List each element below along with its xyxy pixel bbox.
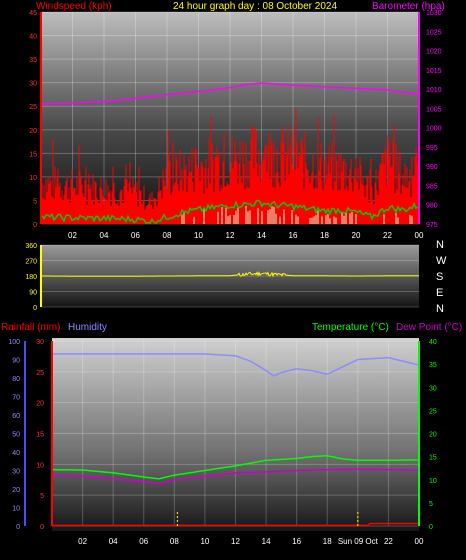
barometer-y-tick-label: 1025 xyxy=(426,29,442,36)
temp-x-tick-label: 08 xyxy=(170,537,179,546)
humidity-y-tick-label: 30 xyxy=(12,469,20,476)
wind-y-tick-label: 25 xyxy=(29,104,37,111)
rainfall-axis-title: Rainfall (mm) xyxy=(1,322,60,333)
chart-title: 24 hour graph day : 08 October 2024 xyxy=(173,1,337,12)
wind-x-tick-label: 14 xyxy=(257,231,266,240)
humidity-y-tick-label: 100 xyxy=(8,339,20,346)
wind-x-tick-label: 06 xyxy=(131,231,140,240)
temp-y-tick-label: 5 xyxy=(429,501,433,508)
temp-x-tick-label: 00 xyxy=(415,537,424,546)
rain-y-tick-label: 10 xyxy=(36,462,44,469)
wind-x-tick-label: 12 xyxy=(226,231,235,240)
barometer-y-tick-label: 1010 xyxy=(426,87,442,94)
wind-y-tick-label: 0 xyxy=(33,222,37,229)
wind-y-tick-label: 10 xyxy=(29,175,37,182)
wind-y-tick-label: 35 xyxy=(29,57,37,64)
barometer-y-tick-label: 990 xyxy=(426,164,438,171)
barometer-y-tick-label: 975 xyxy=(426,222,438,229)
temp-x-tick-label: 10 xyxy=(200,537,209,546)
direction-y-tick-label: 270 xyxy=(25,259,37,266)
wind-x-tick-label: 18 xyxy=(320,231,329,240)
temp-y-tick-label: 15 xyxy=(429,455,437,462)
rain-y-tick-label: 20 xyxy=(36,401,44,408)
wind-x-tick-label: 20 xyxy=(352,231,361,240)
direction-y-tick-label: 180 xyxy=(25,274,37,281)
barometer-y-tick-label: 1000 xyxy=(426,126,442,133)
rain-y-tick-label: 15 xyxy=(36,432,44,439)
rain-y-tick-label: 5 xyxy=(40,493,44,500)
compass-label: E xyxy=(436,287,443,299)
temp-x-tick-label: 02 xyxy=(78,537,87,546)
wind-y-tick-label: 40 xyxy=(29,34,37,41)
dewpoint-axis-title: Dew Point (°C) xyxy=(396,322,462,333)
wind-x-tick-label: 10 xyxy=(194,231,203,240)
humidity-y-tick-label: 10 xyxy=(12,506,20,513)
temp-y-tick-label: 35 xyxy=(429,362,437,369)
barometer-y-tick-label: 1015 xyxy=(426,68,442,75)
humidity-y-tick-label: 90 xyxy=(12,358,20,365)
rain-y-tick-label: 25 xyxy=(36,370,44,377)
barometer-y-tick-label: 1005 xyxy=(426,106,442,113)
barometer-axis-title: Barometer (hpa) xyxy=(372,1,445,12)
temp-x-tick-label: 16 xyxy=(292,537,301,546)
wind-x-tick-label: 00 xyxy=(415,231,424,240)
temp-y-tick-label: 30 xyxy=(429,385,437,392)
temp-x-tick-label: 04 xyxy=(109,537,118,546)
compass-label: S xyxy=(436,271,443,283)
humidity-y-tick-label: 50 xyxy=(12,432,20,439)
temp-x-tick-label: 14 xyxy=(262,537,271,546)
wind-x-tick-label: 16 xyxy=(289,231,298,240)
humidity-y-tick-label: 40 xyxy=(12,450,20,457)
windspeed-axis-title: Windspeed (kph) xyxy=(36,1,112,12)
wind-y-tick-label: 5 xyxy=(33,198,37,205)
temp-x-tick-label: 22 xyxy=(384,537,393,546)
compass-label: W xyxy=(436,255,447,267)
wind-y-tick-label: 30 xyxy=(29,81,37,88)
rain-y-tick-label: 30 xyxy=(36,339,44,346)
wind-x-tick-label: 02 xyxy=(68,231,77,240)
barometer-y-tick-label: 1020 xyxy=(426,49,442,56)
humidity-y-tick-label: 0 xyxy=(16,524,20,531)
temp-y-tick-label: 40 xyxy=(429,339,437,346)
humidity-axis-title: Humidity xyxy=(68,322,107,333)
compass-label: N xyxy=(436,239,444,251)
temp-y-tick-label: 20 xyxy=(429,432,437,439)
humidity-y-tick-label: 20 xyxy=(12,487,20,494)
weather-graphs: 0 5 10 15 20 25 30 35 40 45 975 980 985 990 995 1000 100… xyxy=(0,0,466,555)
temp-x-tick-label: Sun 09 Oct xyxy=(338,537,379,546)
temp-y-tick-label: 0 xyxy=(429,524,433,531)
temperature-axis-title: Temperature (°C) xyxy=(312,322,389,333)
barometer-y-tick-label: 985 xyxy=(426,183,438,190)
direction-y-tick-label: 90 xyxy=(29,290,37,297)
wind-x-tick-label: 04 xyxy=(100,231,109,240)
temp-x-tick-label: 12 xyxy=(231,537,240,546)
direction-y-tick-label: 0 xyxy=(33,305,37,312)
wind-y-tick-label: 20 xyxy=(29,128,37,135)
compass-label: N xyxy=(436,303,444,315)
rain-y-tick-label: 0 xyxy=(40,524,44,531)
wind-y-tick-label: 15 xyxy=(29,151,37,158)
temp-x-tick-label: 06 xyxy=(139,537,148,546)
temp-y-tick-label: 10 xyxy=(429,478,437,485)
barometer-y-tick-label: 995 xyxy=(426,145,438,152)
wind-x-tick-label: 22 xyxy=(383,231,392,240)
temp-y-tick-label: 25 xyxy=(429,408,437,415)
wind-x-tick-label: 08 xyxy=(163,231,172,240)
direction-y-tick-label: 360 xyxy=(25,243,37,250)
temp-x-tick-label: 18 xyxy=(323,537,332,546)
humidity-y-tick-label: 60 xyxy=(12,413,20,420)
humidity-y-tick-label: 80 xyxy=(12,376,20,383)
weather-chart-svg: 0510152025303540459759809859909951000100… xyxy=(1,1,462,546)
barometer-y-tick-label: 980 xyxy=(426,203,438,210)
humidity-y-tick-label: 70 xyxy=(12,395,20,402)
